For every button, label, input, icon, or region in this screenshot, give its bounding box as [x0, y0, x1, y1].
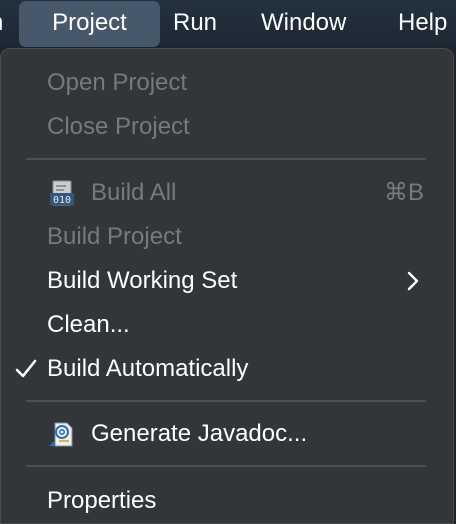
- menu-bar-item-run[interactable]: Run: [173, 0, 217, 46]
- menu-item-label: Clean...: [47, 311, 130, 338]
- menu-item-label: Open Project: [47, 69, 188, 96]
- menu-item-label: Generate Javadoc...: [91, 420, 308, 447]
- menu-item-label: Close Project: [47, 113, 190, 140]
- menu-item-label: Properties: [47, 487, 157, 514]
- binary-file-icon: 010: [50, 180, 74, 206]
- checkmark-icon: [15, 359, 37, 378]
- menu-item-build-working-set[interactable]: Build Working Set: [0, 260, 454, 302]
- menu-item-label: Build Project: [47, 223, 182, 250]
- menu-bar-item-help[interactable]: Help: [398, 0, 447, 46]
- menu-item-open-project[interactable]: Open Project: [0, 62, 454, 104]
- menu-separator: [26, 400, 426, 402]
- menu-item-label: Build Working Set: [47, 267, 238, 294]
- menu-item-build-all[interactable]: 010 Build All ⌘B: [0, 172, 454, 214]
- menu-bar-item-window[interactable]: Window: [261, 0, 346, 46]
- menu-item-label: Build All: [91, 179, 177, 206]
- javadoc-icon: [49, 422, 73, 447]
- project-dropdown-menu: Open Project Close Project 010 Build All…: [0, 48, 454, 524]
- menu-item-build-project[interactable]: Build Project: [0, 216, 454, 258]
- menu-bar-item-partial[interactable]: n: [0, 0, 12, 46]
- menu-bar-item-project[interactable]: Project: [19, 1, 160, 47]
- menu-item-clean[interactable]: Clean...: [0, 304, 454, 346]
- keyboard-shortcut: ⌘B: [383, 179, 424, 206]
- menu-item-generate-javadoc[interactable]: Generate Javadoc...: [0, 413, 454, 455]
- menu-item-label: Build Automatically: [47, 355, 249, 382]
- menu-bar: n Project Run Window Help: [0, 0, 456, 47]
- menu-item-properties[interactable]: Properties: [0, 480, 454, 522]
- chevron-right-icon: [407, 271, 419, 291]
- menu-separator: [26, 158, 426, 160]
- menu-item-close-project[interactable]: Close Project: [0, 106, 454, 148]
- menu-separator: [26, 465, 426, 467]
- svg-text:010: 010: [53, 195, 71, 206]
- menu-item-build-automatically[interactable]: Build Automatically: [0, 348, 454, 390]
